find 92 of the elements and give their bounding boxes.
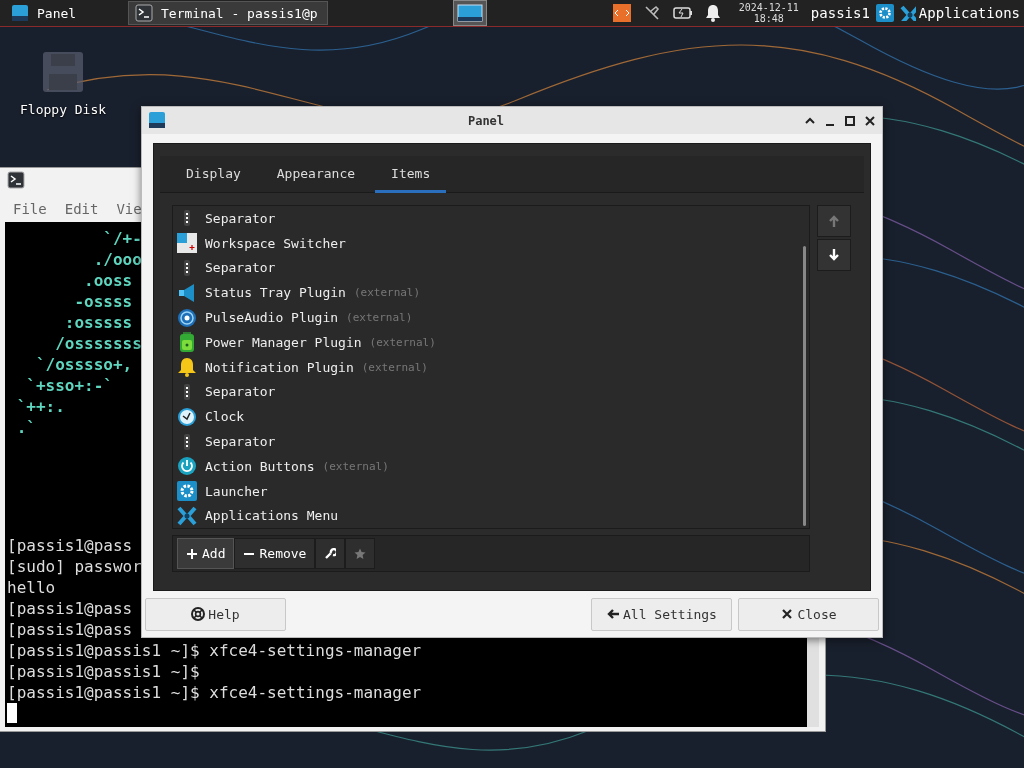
separator-icon: [184, 383, 190, 400]
scrollbar[interactable]: [803, 246, 806, 526]
back-button[interactable]: All Settings: [591, 597, 732, 631]
desktop-icon-label[interactable]: Floppy Disk: [20, 102, 107, 117]
panel-icon: [148, 110, 168, 131]
ascii-art-line: `/+-: [102, 228, 142, 249]
maximize-icon[interactable]: [844, 114, 856, 127]
ascii-art-line: `+sso+:-`: [25, 375, 113, 396]
ascii-art-line: `/osssso+,: [34, 354, 133, 375]
arrow-up-icon: [827, 214, 841, 228]
arrow-left-icon: [606, 607, 621, 621]
taskbar-button[interactable]: Panel: [4, 1, 122, 25]
list-item[interactable]: Separator: [205, 434, 276, 450]
list-item[interactable]: Clock: [205, 409, 245, 425]
list-item[interactable]: Action Buttons: [205, 458, 315, 474]
close-icon[interactable]: [864, 114, 876, 127]
workspace-button[interactable]: [453, 0, 488, 26]
clock-icon: [177, 406, 197, 427]
terminal-line: [passis1@passis1 ~]$: [7, 661, 200, 682]
list-item[interactable]: Workspace Switcher: [205, 235, 346, 251]
remove-button[interactable]: Remove: [234, 538, 316, 569]
x-logo-icon: [899, 5, 916, 21]
terminal-line: [passis1@pass: [7, 535, 133, 556]
user-name[interactable]: passis1: [810, 5, 870, 21]
list-item[interactable]: Status Tray Plugin: [205, 285, 346, 301]
applications-menu-button[interactable]: Applications: [899, 5, 1020, 21]
list-item[interactable]: Separator: [205, 384, 276, 400]
ascii-art-line: .`: [15, 417, 36, 438]
code-icon[interactable]: [612, 4, 631, 22]
terminal-line: hello: [7, 577, 56, 598]
ascii-art-line: :osssss: [63, 312, 133, 333]
wrench-button[interactable]: [315, 538, 346, 569]
menu-item[interactable]: Edit: [64, 201, 99, 217]
text-cursor: [7, 703, 17, 723]
megaphone-icon: [177, 282, 197, 303]
menu-item[interactable]: File: [13, 201, 47, 217]
tab[interactable]: Items: [375, 156, 447, 193]
bell-icon[interactable]: [704, 4, 721, 22]
arrow-down-icon: [827, 248, 841, 262]
terminal-icon: [135, 4, 153, 22]
panel-icon: [11, 4, 29, 22]
list-item[interactable]: Separator: [205, 260, 276, 276]
separator-icon: [184, 210, 190, 227]
item-note: (external): [361, 360, 428, 374]
move-down-button[interactable]: [817, 239, 851, 271]
gear-icon: [177, 481, 197, 502]
item-note: (external): [369, 335, 436, 349]
x-logo-icon: [177, 505, 197, 526]
list-item[interactable]: Separator: [205, 210, 276, 226]
list-item[interactable]: Notification Plugin: [205, 359, 354, 375]
tab[interactable]: Appearance: [260, 156, 372, 193]
lifebuoy-icon: [191, 607, 206, 621]
terminal-line: [passis1@passis1 ~]$ xfce4-settings-manager: [7, 682, 422, 703]
item-note: (external): [346, 311, 413, 325]
star-icon: [354, 547, 367, 560]
separator-icon: [184, 433, 190, 450]
workspace-icon: [456, 3, 485, 23]
close-button[interactable]: Close: [738, 597, 879, 631]
item-note: (external): [353, 286, 421, 300]
item-note: (external): [322, 459, 389, 473]
bell-icon: [177, 357, 197, 378]
ascii-art-line: -ossss: [73, 291, 133, 312]
terminal-line: [passis1@pass: [7, 619, 133, 640]
battery-icon[interactable]: [672, 6, 693, 20]
taskbar-button[interactable]: Terminal - passis1@p: [128, 1, 328, 25]
gear-icon[interactable]: [875, 4, 894, 22]
ascii-art-line: /osssssss: [54, 333, 142, 354]
ascii-art-line: .ooss: [83, 270, 133, 291]
help-button[interactable]: Help: [145, 597, 286, 631]
battery-icon: [177, 332, 197, 353]
list-item[interactable]: PulseAudio Plugin: [205, 310, 339, 326]
list-item[interactable]: Applications Menu: [205, 508, 339, 524]
terminal-line: [passis1@pass: [7, 598, 133, 619]
terminal-line: [sudo] passwor: [7, 556, 142, 577]
clock-time: 18:48: [753, 13, 784, 24]
list-item[interactable]: Power Manager Plugin: [205, 334, 362, 350]
window-title: Panel: [466, 113, 506, 128]
plus-icon: [186, 547, 198, 560]
scrollbar[interactable]: [807, 638, 819, 727]
speaker-icon: [177, 307, 197, 328]
add-button[interactable]: Add: [177, 538, 235, 569]
clock-date: 2024-12-11: [738, 2, 799, 13]
terminal-line: [passis1@passis1 ~]$ xfce4-settings-manager: [7, 640, 422, 661]
power-icon: [177, 456, 197, 477]
ascii-art-line: `++:.: [15, 396, 65, 417]
separator-icon: [184, 260, 190, 276]
tab[interactable]: Display: [170, 156, 257, 193]
ascii-art-line: ./ooo: [92, 249, 142, 270]
workspace-icon: [177, 233, 197, 254]
list-item[interactable]: Launcher: [205, 483, 268, 499]
close-icon: [780, 607, 795, 621]
menu-item[interactable]: Vie: [116, 201, 142, 217]
